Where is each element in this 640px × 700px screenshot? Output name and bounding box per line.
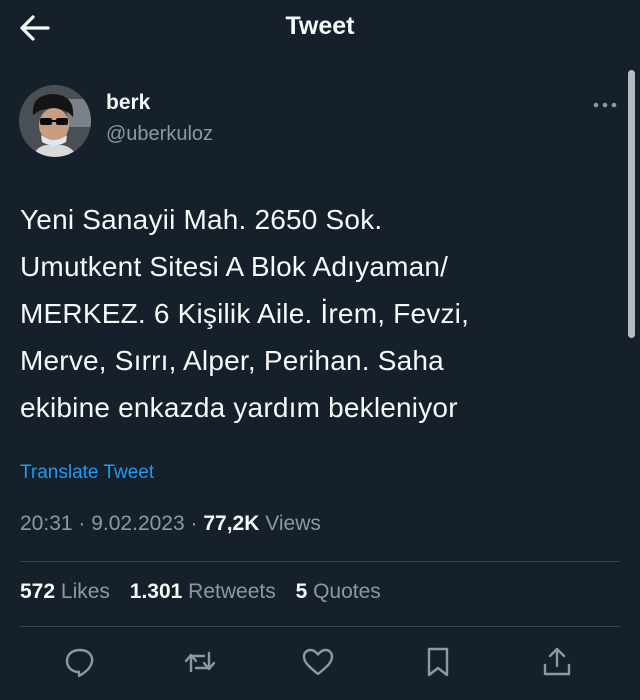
views-count: 77,2K	[203, 512, 260, 535]
more-dots-icon	[593, 102, 617, 108]
reply-icon	[65, 648, 94, 678]
author-name[interactable]: berk	[106, 91, 150, 115]
bookmark-button[interactable]	[420, 644, 456, 680]
divider	[20, 626, 620, 627]
likes-count: 572	[20, 580, 56, 603]
tweet-time[interactable]: 20:31	[20, 512, 73, 535]
engagement-stats: 572 Likes 1.301 Retweets 5 Quotes	[20, 580, 395, 604]
page-title: Tweet	[285, 12, 355, 40]
share-icon	[543, 647, 571, 676]
likes-label: Likes	[60, 580, 110, 603]
top-bar: Tweet	[0, 0, 640, 56]
tweet-date[interactable]: 9.02.2023	[91, 512, 184, 535]
tweet-meta: 20:31 · 9.02.2023 · 77,2K Views	[20, 512, 321, 536]
meta-separator: ·	[184, 512, 204, 535]
tweet-text-line: Yeni Sanayii Mah. 2650 Sok.	[20, 204, 383, 235]
more-options-button[interactable]	[590, 95, 620, 115]
avatar-image	[19, 85, 91, 157]
share-button[interactable]	[539, 644, 575, 680]
bookmark-icon	[427, 647, 449, 677]
tweet-text-line: MERKEZ. 6 Kişilik Aile. İrem, Fevzi,	[20, 298, 470, 329]
like-button[interactable]	[300, 644, 336, 680]
tweet-text-line: Merve, Sırrı, Alper, Perihan. Saha	[20, 345, 444, 376]
tweet-text: Yeni Sanayii Mah. 2650 Sok. Umutkent Sit…	[20, 196, 600, 431]
views-label: Views	[259, 512, 321, 535]
retweets-stat[interactable]: 1.301 Retweets	[130, 580, 276, 604]
meta-separator: ·	[72, 512, 92, 535]
avatar[interactable]	[19, 85, 91, 157]
quotes-label: Quotes	[313, 580, 381, 603]
tweet-text-line: Umutkent Sitesi A Blok Adıyaman/	[20, 251, 449, 282]
quotes-count: 5	[295, 580, 308, 603]
retweets-count: 1.301	[129, 580, 183, 603]
action-bar	[0, 640, 640, 684]
retweet-icon	[184, 651, 216, 673]
tweet-text-line: ekibine enkazda yardım bekleniyor	[20, 392, 458, 423]
translate-tweet-link[interactable]: Translate Tweet	[20, 462, 154, 484]
retweets-label: Retweets	[188, 580, 276, 603]
like-icon	[302, 648, 334, 676]
retweet-button[interactable]	[182, 644, 218, 680]
author-handle[interactable]: @uberkuloz	[106, 123, 213, 146]
reply-button[interactable]	[62, 644, 98, 680]
scrollbar[interactable]	[628, 70, 635, 338]
likes-stat[interactable]: 572 Likes	[20, 580, 110, 604]
divider	[20, 561, 620, 562]
quotes-stat[interactable]: 5 Quotes	[296, 580, 381, 604]
